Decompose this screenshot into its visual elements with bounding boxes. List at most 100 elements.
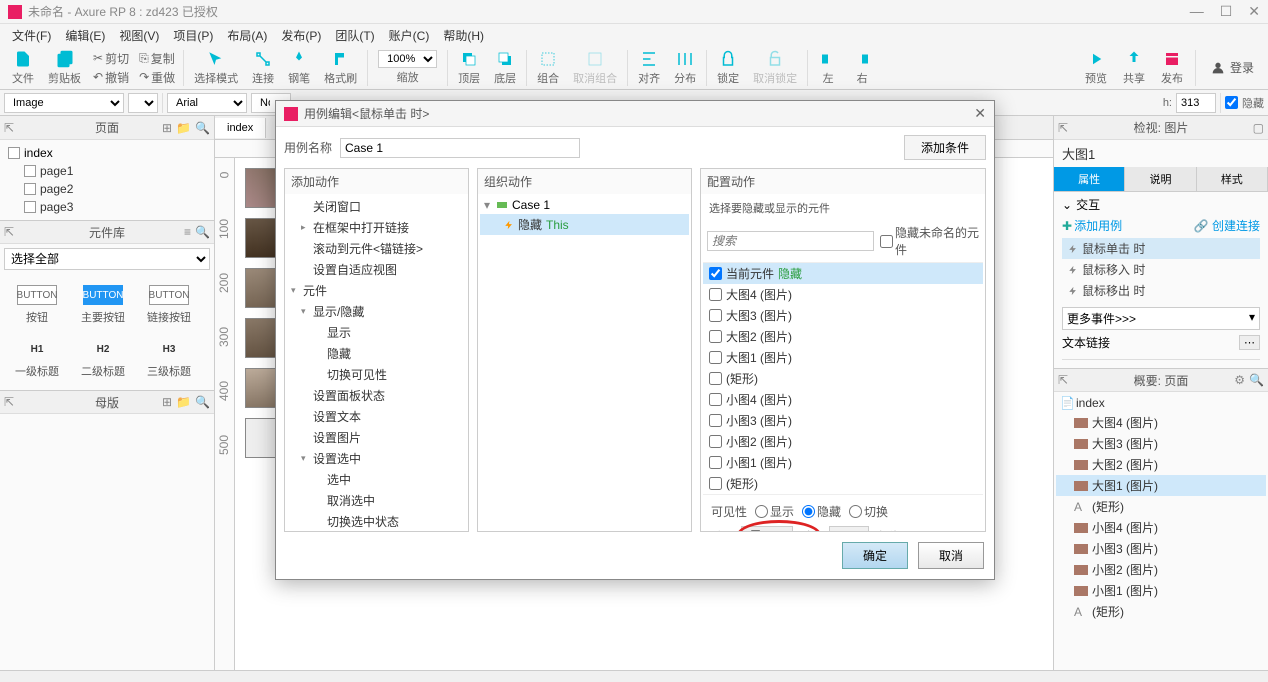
hide-unnamed-label[interactable]: 隐藏未命名的元件: [880, 224, 979, 258]
radio-toggle[interactable]: 切换: [849, 503, 888, 520]
menu-item[interactable]: 账户(C): [383, 25, 436, 46]
hidden-checkbox[interactable]: [1225, 96, 1238, 109]
tool-share[interactable]: 共享: [1117, 49, 1151, 86]
tool-back[interactable]: 底层: [488, 49, 522, 86]
tool-select[interactable]: 选择模式: [188, 49, 244, 86]
stroke-select[interactable]: —: [128, 93, 158, 113]
page-item[interactable]: page1: [4, 162, 210, 180]
tool-lock[interactable]: 锁定: [711, 49, 745, 86]
height-input[interactable]: [1176, 93, 1216, 113]
tool-align[interactable]: 对齐: [632, 49, 666, 86]
hide-unnamed-checkbox[interactable]: [880, 235, 893, 248]
action-node[interactable]: 取消选中: [287, 490, 466, 511]
action-node[interactable]: 显示: [287, 322, 466, 343]
library-widget[interactable]: BUTTON主要按钮: [70, 278, 136, 332]
menu-item[interactable]: 编辑(E): [59, 25, 111, 46]
time-input[interactable]: [829, 526, 869, 531]
tool-zoom[interactable]: 100% 缩放: [372, 50, 443, 85]
tool-copy-redo[interactable]: ⎘复制 ↷重做: [135, 50, 179, 86]
config-widget-item[interactable]: 大图2 (图片): [703, 326, 983, 347]
tool-front[interactable]: 顶层: [452, 49, 486, 86]
action-node[interactable]: 切换可见性: [287, 364, 466, 385]
action-node[interactable]: 选中: [287, 469, 466, 490]
minimize-button[interactable]: —: [1190, 3, 1204, 20]
action-node[interactable]: 设置文本: [287, 406, 466, 427]
menu-item[interactable]: 视图(V): [113, 25, 165, 46]
outline-item[interactable]: 大图1 (图片): [1056, 475, 1266, 496]
create-link[interactable]: 🔗 创建连接: [1194, 217, 1260, 234]
outline-item[interactable]: 小图3 (图片): [1056, 538, 1266, 559]
add-condition-button[interactable]: 添加条件: [904, 135, 986, 160]
outline-item[interactable]: 大图4 (图片): [1056, 412, 1266, 433]
ok-button[interactable]: 确定: [842, 542, 908, 569]
tool-undo-redo[interactable]: ✂剪切 ↶撤销: [89, 50, 133, 86]
zoom-select[interactable]: 100%: [378, 50, 437, 68]
add-folder-icon[interactable]: 📁: [176, 121, 191, 135]
library-widget[interactable]: H3三级标题: [136, 332, 202, 386]
canvas-tab[interactable]: index: [215, 118, 266, 138]
action-node[interactable]: ▾设置选中: [287, 448, 466, 469]
tab-properties[interactable]: 属性: [1054, 167, 1125, 191]
page-item[interactable]: index: [4, 144, 210, 162]
add-page-icon[interactable]: ⊞: [162, 121, 172, 135]
case-node[interactable]: ▾ Case 1: [480, 196, 689, 214]
tab-notes[interactable]: 说明: [1125, 167, 1196, 191]
event-item[interactable]: 鼠标移出 时: [1062, 280, 1260, 301]
library-select[interactable]: 选择全部: [4, 248, 210, 270]
tool-pen[interactable]: 钢笔: [282, 49, 316, 86]
outline-item[interactable]: A(矩形): [1056, 496, 1266, 517]
tool-right-align[interactable]: 右: [846, 49, 878, 86]
action-node[interactable]: 设置面板状态: [287, 385, 466, 406]
outline-root[interactable]: 📄index: [1056, 394, 1266, 412]
event-item[interactable]: 鼠标单击 时: [1062, 238, 1260, 259]
outline-item[interactable]: 大图2 (图片): [1056, 454, 1266, 475]
action-node[interactable]: 关闭窗口: [287, 196, 466, 217]
config-widget-item[interactable]: (矩形): [703, 473, 983, 494]
outline-item[interactable]: 大图3 (图片): [1056, 433, 1266, 454]
config-widget-item[interactable]: 大图1 (图片): [703, 347, 983, 368]
library-widget[interactable]: BUTTON按钮: [4, 278, 70, 332]
action-node[interactable]: ▾显示/隐藏: [287, 301, 466, 322]
outline-item[interactable]: 小图2 (图片): [1056, 559, 1266, 580]
add-case-link[interactable]: ✚添加用例: [1062, 217, 1122, 234]
tool-file[interactable]: 文件: [6, 49, 40, 86]
page-item[interactable]: page2: [4, 180, 210, 198]
library-widget[interactable]: BUTTON链接按钮: [136, 278, 202, 332]
menu-item[interactable]: 项目(P): [167, 25, 219, 46]
more-events-select[interactable]: 更多事件>>>▾: [1062, 307, 1260, 330]
radio-show[interactable]: 显示: [755, 503, 794, 520]
tab-style[interactable]: 样式: [1197, 167, 1268, 191]
config-widget-item[interactable]: 小图1 (图片): [703, 452, 983, 473]
outline-item[interactable]: 小图4 (图片): [1056, 517, 1266, 538]
config-widget-item[interactable]: 当前元件 隐藏: [703, 263, 983, 284]
tool-publish[interactable]: 发布: [1155, 49, 1189, 86]
library-widget[interactable]: H1一级标题: [4, 332, 70, 386]
case-action-node[interactable]: 隐藏 This: [480, 214, 689, 235]
menu-item[interactable]: 帮助(H): [437, 25, 490, 46]
cancel-button[interactable]: 取消: [918, 542, 984, 569]
tool-ungroup[interactable]: 取消组合: [567, 49, 623, 86]
anim-select[interactable]: 无: [741, 526, 793, 531]
close-button[interactable]: ✕: [1248, 3, 1260, 20]
maximize-button[interactable]: ☐: [1220, 3, 1233, 20]
tool-distribute[interactable]: 分布: [668, 49, 702, 86]
config-widget-item[interactable]: 小图4 (图片): [703, 389, 983, 410]
menu-item[interactable]: 团队(T): [329, 25, 380, 46]
menu-item[interactable]: 文件(F): [6, 25, 57, 46]
tool-connect[interactable]: 连接: [246, 49, 280, 86]
config-widget-item[interactable]: 小图2 (图片): [703, 431, 983, 452]
lib-menu-icon[interactable]: ≡: [184, 225, 191, 239]
action-node[interactable]: 切换选中状态: [287, 511, 466, 531]
tool-unlock[interactable]: 取消锁定: [747, 49, 803, 86]
action-node[interactable]: 隐藏: [287, 343, 466, 364]
menu-item[interactable]: 布局(A): [221, 25, 273, 46]
library-widget[interactable]: H2二级标题: [70, 332, 136, 386]
dialog-close-button[interactable]: ✕: [974, 105, 986, 122]
outline-item[interactable]: 小图1 (图片): [1056, 580, 1266, 601]
textlink-button[interactable]: ⋯: [1239, 335, 1260, 350]
case-name-input[interactable]: [340, 138, 580, 158]
action-node[interactable]: 设置自适应视图: [287, 259, 466, 280]
search-icon[interactable]: 🔍: [195, 121, 210, 135]
tool-format[interactable]: 格式刷: [318, 49, 363, 86]
config-widget-item[interactable]: 大图3 (图片): [703, 305, 983, 326]
